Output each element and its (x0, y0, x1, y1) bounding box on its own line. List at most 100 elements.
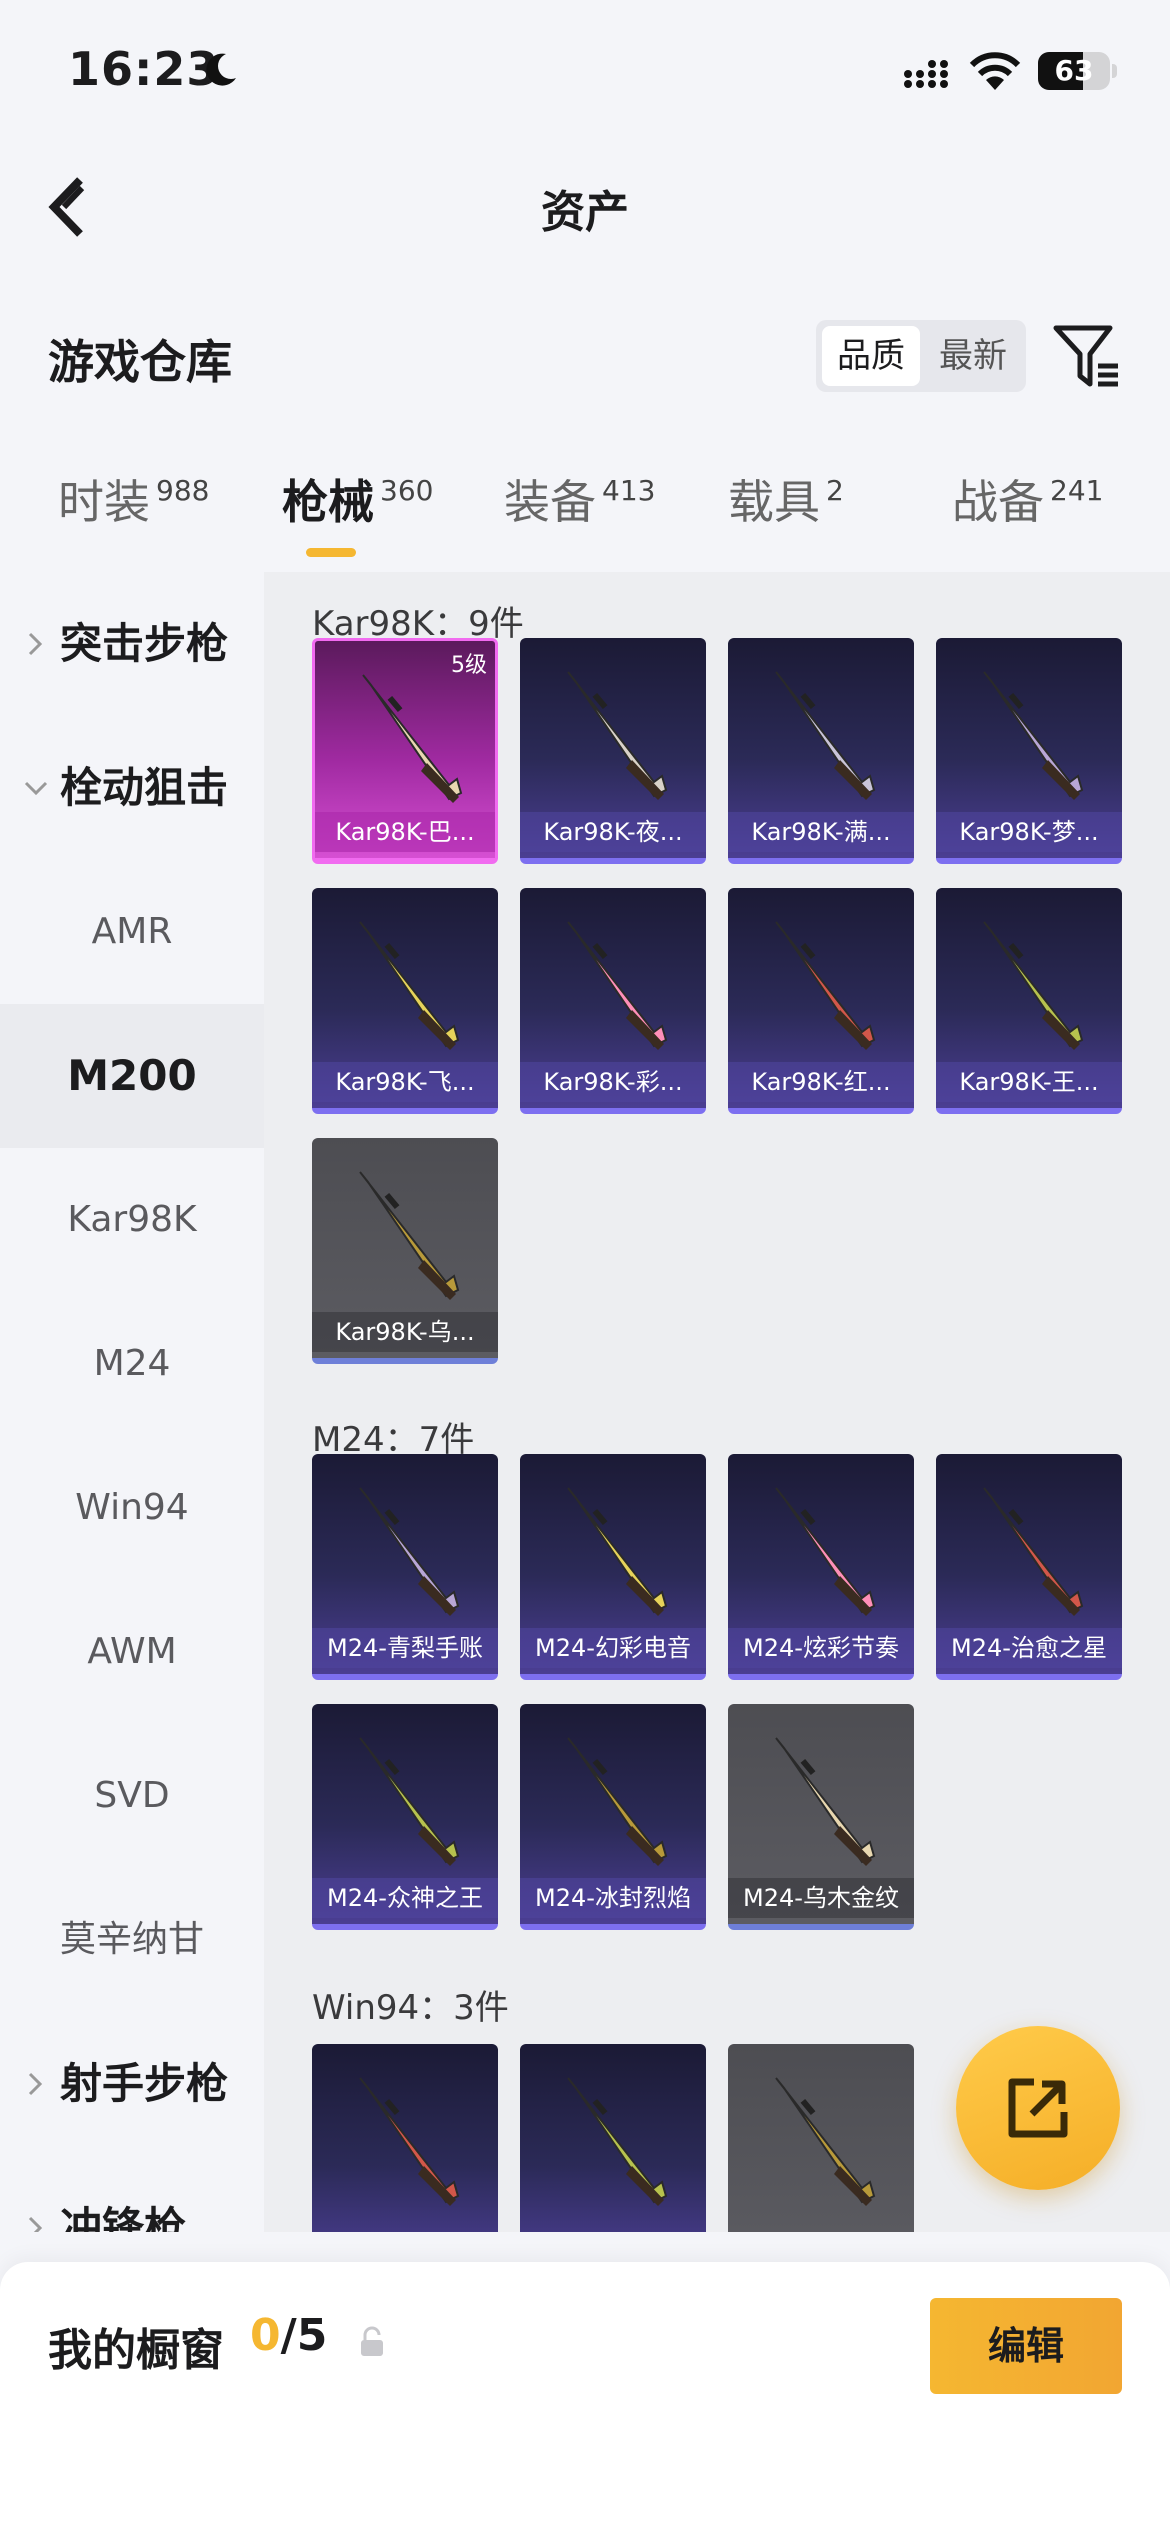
sidebar-item-label: 莫辛纳甘 (59, 1919, 204, 1960)
rifle-icon (775, 2077, 876, 2206)
sidebar-item-awm[interactable]: AWM (0, 1580, 264, 1724)
weapon-card[interactable]: Kar98K-彩... (520, 888, 706, 1114)
sidebar-item-label: 冲锋枪 (60, 2203, 187, 2232)
filter-icon[interactable] (1052, 322, 1122, 392)
sidebar-group-smg[interactable]: 冲锋枪 (0, 2156, 264, 2232)
weapon-card-name: Kar98K-夜... (520, 812, 706, 852)
tab-equipment[interactable]: 装备 413 (504, 466, 655, 546)
weapon-card-name: Kar98K-梦... (936, 812, 1122, 852)
tab-count: 360 (380, 474, 434, 507)
weapon-card[interactable]: Kar98K-红... (728, 888, 914, 1114)
rifle-icon (983, 671, 1084, 800)
sidebar-item-label: 栓动狙击 (60, 763, 229, 812)
rifle-icon (567, 671, 668, 800)
sidebar-item-svd[interactable]: SVD (0, 1724, 264, 1868)
sort-option-quality[interactable]: 品质 (822, 326, 920, 386)
rifle-icon (362, 674, 463, 803)
weapon-card-name: M24-炫彩节奏 (728, 1628, 914, 1668)
weapon-card[interactable]: M24-青梨手账 (312, 1454, 498, 1680)
showcase-panel: 我的橱窗 0/5 编辑 (0, 2262, 1170, 2532)
weapon-card-name: M24-青梨手账 (312, 1628, 498, 1668)
share-button[interactable] (956, 2026, 1120, 2190)
moon-icon (206, 53, 236, 86)
tab-label: 时装 (58, 475, 150, 529)
showcase-label: 我的橱窗 (48, 2325, 224, 2376)
rifle-icon (983, 1487, 1084, 1616)
weapon-card-name: Kar98K-满... (728, 812, 914, 852)
sidebar-item-amr[interactable]: AMR (0, 860, 264, 1004)
weapon-card-name: M24-乌木金纹 (728, 1878, 914, 1918)
weapon-card[interactable]: M24-幻彩电音 (520, 1454, 706, 1680)
tab-fashion[interactable]: 时装 988 (58, 466, 209, 546)
tab-vehicles[interactable]: 载具 2 (728, 466, 844, 546)
tab-count: 241 (1050, 474, 1104, 507)
rifle-icon (359, 1487, 460, 1616)
sidebar-group-assault-rifles[interactable]: 突击步枪 (0, 572, 264, 716)
sidebar-group-marksman-rifles[interactable]: 射手步枪 (0, 2012, 264, 2156)
tab-label: 战备 (952, 475, 1044, 529)
weapon-card[interactable]: M24-治愈之星 (936, 1454, 1122, 1680)
sidebar-item-m200[interactable]: M200 (0, 1004, 264, 1148)
sidebar-item-kar98k[interactable]: Kar98K (0, 1148, 264, 1292)
weapon-card[interactable]: Kar98K-飞... (312, 888, 498, 1114)
weapon-category-sidebar: 突击步枪 栓动狙击 AMR M200 Kar98K M24 Win94 AWM … (0, 572, 264, 2232)
rifle-icon (567, 2077, 668, 2206)
weapon-card[interactable]: Kar98K-王... (936, 888, 1122, 1114)
edit-button[interactable]: 编辑 (930, 2298, 1122, 2394)
tab-label: 枪械 (282, 475, 374, 529)
tab-firearms[interactable]: 枪械 360 (282, 466, 433, 546)
weapon-card[interactable]: 5级 Kar98K-巴... (312, 638, 498, 864)
rifle-icon (567, 1487, 668, 1616)
tab-count: 2 (826, 474, 844, 507)
sort-segmented-control: 品质 最新 (816, 320, 1026, 392)
weapon-card-name: Kar98K-彩... (520, 1062, 706, 1102)
status-bar: 16:23 63 (0, 0, 1170, 150)
tab-supplies[interactable]: 战备 241 (952, 466, 1103, 546)
rifle-icon (775, 921, 876, 1050)
weapon-card[interactable]: Kar98K-夜... (520, 638, 706, 864)
battery-icon: 63 (1038, 52, 1110, 90)
sidebar-item-mosin-nagant[interactable]: 莫辛纳甘 (0, 1868, 264, 2012)
sidebar-item-label: 射手步枪 (60, 2059, 229, 2108)
rifle-icon (775, 1737, 876, 1866)
active-tab-indicator (306, 548, 356, 557)
sidebar-group-bolt-snipers[interactable]: 栓动狙击 (0, 716, 264, 860)
sidebar-item-label: Kar98K (67, 1199, 197, 1240)
rifle-icon (567, 1737, 668, 1866)
weapon-card-name: Kar98K-飞... (312, 1062, 498, 1102)
level-badge: 5级 (451, 653, 487, 678)
rifle-icon (359, 1171, 460, 1300)
showcase-current: 0 (250, 2310, 281, 2361)
weapon-card[interactable]: M24-炫彩节奏 (728, 1454, 914, 1680)
tab-count: 413 (602, 474, 656, 507)
weapon-card[interactable]: Kar98K-梦... (936, 638, 1122, 864)
weapon-card[interactable] (312, 2044, 498, 2232)
weapon-card-name: Kar98K-红... (728, 1062, 914, 1102)
weapon-card-name: M24-众神之王 (312, 1878, 498, 1918)
weapon-card[interactable]: M24-冰封烈焰 (520, 1704, 706, 1930)
category-tabs: 时装 988 枪械 360 装备 413 载具 2 战备 241 (0, 466, 1170, 566)
sidebar-item-label: M200 (67, 1051, 197, 1100)
weapon-card-name: Kar98K-王... (936, 1062, 1122, 1102)
warehouse-title: 游戏仓库 (48, 335, 232, 389)
section-title-win94: Win94：3件 (312, 1988, 509, 2028)
sidebar-item-label: 突击步枪 (60, 619, 229, 668)
weapon-card[interactable] (728, 2044, 914, 2232)
tab-count: 988 (156, 474, 210, 507)
weapon-card[interactable] (520, 2044, 706, 2232)
weapon-card[interactable]: Kar98K-满... (728, 638, 914, 864)
weapon-card[interactable]: M24-众神之王 (312, 1704, 498, 1930)
rifle-icon (983, 921, 1084, 1050)
sidebar-item-win94[interactable]: Win94 (0, 1436, 264, 1580)
tab-label: 载具 (728, 475, 820, 529)
weapon-card[interactable]: M24-乌木金纹 (728, 1704, 914, 1930)
weapon-card-name: Kar98K-巴... (315, 812, 495, 852)
sort-option-newest[interactable]: 最新 (924, 326, 1022, 386)
showcase-count: 0/5 (250, 2310, 327, 2361)
weapon-card[interactable]: Kar98K-乌... (312, 1138, 498, 1364)
weapon-card-name: M24-幻彩电音 (520, 1628, 706, 1668)
sidebar-item-label: Win94 (75, 1487, 189, 1528)
sidebar-item-m24[interactable]: M24 (0, 1292, 264, 1436)
cellular-signal-icon (904, 60, 948, 88)
sidebar-item-label: M24 (93, 1343, 171, 1384)
